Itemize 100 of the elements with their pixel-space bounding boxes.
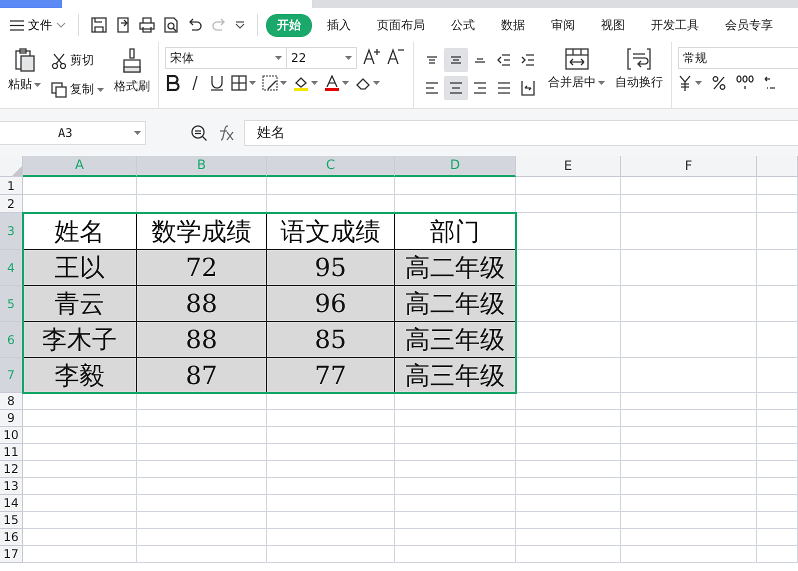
grid-cell[interactable] (621, 250, 757, 286)
grid-cell[interactable] (621, 213, 757, 250)
grid-cell[interactable] (516, 546, 621, 563)
grid-cell[interactable] (516, 322, 621, 358)
fill-color-icon[interactable] (293, 75, 309, 91)
grid-cell[interactable] (267, 478, 395, 495)
undo-icon[interactable] (187, 17, 203, 33)
font-shrink-icon[interactable] (387, 47, 407, 65)
grid-cell[interactable] (267, 427, 395, 444)
zoom-icon[interactable] (190, 124, 208, 142)
merge-center-button[interactable]: 合并居中 (546, 46, 607, 104)
ribbon-tab[interactable]: 插入 (316, 14, 362, 36)
grid-cell[interactable] (395, 444, 516, 461)
grid-cell[interactable] (516, 410, 621, 427)
number-format-field[interactable]: 常规 (678, 47, 798, 69)
grid-cell[interactable] (516, 478, 621, 495)
column-header[interactable]: E (516, 156, 621, 177)
grid-cell[interactable] (621, 358, 757, 393)
file-menu[interactable]: 文件 (6, 16, 70, 34)
grid-cell[interactable] (395, 410, 516, 427)
row-header[interactable]: 10 (0, 427, 23, 444)
grid-cell[interactable] (757, 427, 798, 444)
dropdown-icon[interactable] (235, 21, 245, 29)
grid-cell[interactable] (516, 195, 621, 213)
column-header[interactable] (757, 156, 798, 177)
print-icon[interactable] (139, 17, 155, 33)
thousands-icon[interactable] (736, 75, 754, 91)
grid-cell[interactable] (137, 410, 267, 427)
grid-cell[interactable] (621, 177, 757, 195)
currency-icon[interactable] (678, 75, 692, 91)
grid-cell[interactable] (267, 512, 395, 529)
grid-cell[interactable] (137, 529, 267, 546)
grid-cell[interactable] (757, 410, 798, 427)
row-header[interactable]: 17 (0, 546, 23, 563)
grid-cell[interactable] (621, 427, 757, 444)
grid-cell[interactable] (395, 546, 516, 563)
grid-cell[interactable] (395, 177, 516, 195)
grid-cell[interactable] (23, 461, 137, 478)
grid-cell[interactable] (516, 461, 621, 478)
center-align-button[interactable] (444, 76, 468, 100)
grid-cell[interactable] (757, 213, 798, 250)
ribbon-tab[interactable]: 数据 (490, 14, 536, 36)
grid-cell[interactable] (621, 444, 757, 461)
formula-field[interactable]: 姓名 (244, 120, 798, 146)
grid-cell[interactable] (757, 393, 798, 410)
ribbon-tab[interactable]: 会员专享 (714, 14, 784, 36)
grid-cell[interactable] (267, 546, 395, 563)
grid-cell[interactable] (516, 177, 621, 195)
grid-cell[interactable] (137, 444, 267, 461)
grid-cell[interactable] (516, 213, 621, 250)
ribbon-tab[interactable]: 公式 (440, 14, 486, 36)
row-header[interactable]: 15 (0, 512, 23, 529)
grid-cell[interactable] (757, 195, 798, 213)
wrap-text-button[interactable]: 自动换行 (613, 46, 665, 104)
ribbon-tab[interactable]: 视图 (590, 14, 636, 36)
grid-cell[interactable] (395, 512, 516, 529)
format-painter-button[interactable]: 格式刷 (112, 46, 152, 104)
grid-cell[interactable] (137, 427, 267, 444)
grid-cell[interactable] (23, 529, 137, 546)
grid-cell[interactable] (757, 358, 798, 393)
grid-cell[interactable] (137, 512, 267, 529)
grid-cell[interactable] (395, 393, 516, 410)
grid-cell[interactable] (395, 478, 516, 495)
grid-cell[interactable] (516, 286, 621, 322)
grid-cell[interactable] (516, 427, 621, 444)
font-grow-icon[interactable] (363, 47, 383, 65)
middle-align-button[interactable] (444, 48, 468, 72)
grid-cell[interactable] (23, 512, 137, 529)
grid-cell[interactable] (267, 393, 395, 410)
save-icon[interactable] (91, 17, 107, 33)
grid-cell[interactable] (757, 177, 798, 195)
grid-cell[interactable] (621, 529, 757, 546)
grid-cell[interactable] (137, 546, 267, 563)
grid-cell[interactable] (395, 529, 516, 546)
grid-cell[interactable] (267, 444, 395, 461)
decimal-icon[interactable] (764, 75, 776, 91)
font-name-field[interactable]: 宋体 (165, 47, 287, 69)
grid-cell[interactable] (621, 546, 757, 563)
grid-cell[interactable] (23, 495, 137, 512)
bold-icon[interactable] (165, 75, 181, 91)
export-icon[interactable] (115, 17, 131, 33)
grid-cell[interactable] (621, 461, 757, 478)
copy-button[interactable]: 复制 (49, 79, 106, 100)
grid-cell[interactable] (23, 444, 137, 461)
grid-cell[interactable] (267, 177, 395, 195)
grid-cell[interactable] (516, 358, 621, 393)
grid-cell[interactable] (516, 444, 621, 461)
grid-cell[interactable] (267, 461, 395, 478)
underline-icon[interactable] (209, 75, 225, 91)
grid-cell[interactable] (23, 427, 137, 444)
row-header[interactable]: 8 (0, 393, 23, 410)
row-header[interactable]: 16 (0, 529, 23, 546)
grid-cell[interactable] (137, 495, 267, 512)
grid-cell[interactable] (757, 444, 798, 461)
grid-cell[interactable] (516, 393, 621, 410)
cut-button[interactable]: 剪切 (49, 50, 96, 71)
grid-cell[interactable] (23, 410, 137, 427)
grid-cell[interactable] (757, 512, 798, 529)
row-header[interactable]: 11 (0, 444, 23, 461)
row-header[interactable]: 2 (0, 195, 23, 213)
